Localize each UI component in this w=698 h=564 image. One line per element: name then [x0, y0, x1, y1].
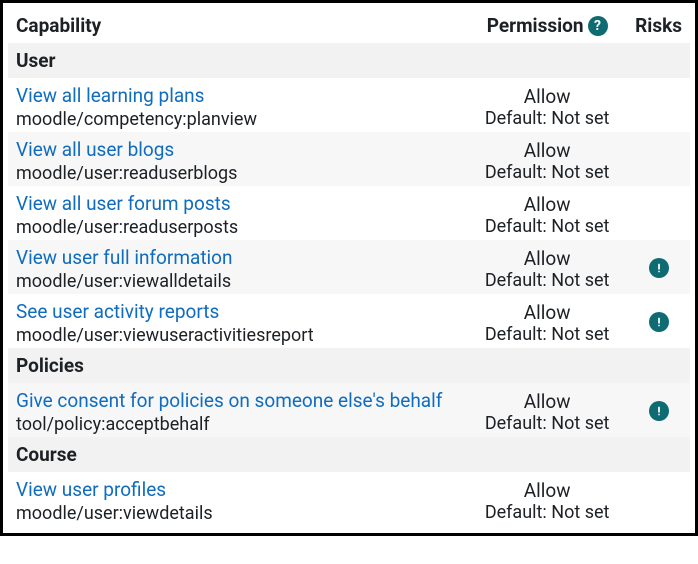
permission-cell: AllowDefault: Not set — [467, 383, 627, 437]
table-header-row: Capability Permission ? Risks — [8, 8, 690, 43]
capability-id: moodle/user:viewdetails — [16, 503, 459, 524]
risks-cell — [627, 383, 690, 437]
permission-default: Default: Not set — [475, 270, 619, 291]
capability-link[interactable]: View user profiles — [16, 478, 166, 501]
capability-id: moodle/user:viewuseractivitiesreport — [16, 325, 459, 346]
risk-privacy-icon[interactable] — [649, 312, 669, 332]
capability-id: moodle/competency:planview — [16, 109, 459, 130]
section-row: Policies — [8, 348, 690, 383]
permission-value: Allow — [475, 85, 619, 108]
permission-value: Allow — [475, 301, 619, 324]
capability-link[interactable]: See user activity reports — [16, 300, 219, 323]
permission-default: Default: Not set — [475, 502, 619, 523]
capability-cell: Give consent for policies on someone els… — [8, 383, 467, 437]
capability-link[interactable]: View all user blogs — [16, 138, 174, 161]
risks-cell — [627, 240, 690, 294]
risks-cell — [627, 186, 690, 240]
table-row: View user full informationmoodle/user:vi… — [8, 240, 690, 294]
section-title: User — [8, 43, 690, 78]
permission-default: Default: Not set — [475, 324, 619, 345]
capability-cell: View user profilesmoodle/user:viewdetail… — [8, 472, 467, 526]
permission-default: Default: Not set — [475, 413, 619, 434]
help-icon[interactable]: ? — [588, 16, 608, 36]
capability-cell: View all learning plansmoodle/competency… — [8, 78, 467, 132]
table-row: View user profilesmoodle/user:viewdetail… — [8, 472, 690, 526]
capability-id: tool/policy:acceptbehalf — [16, 414, 459, 435]
capability-link[interactable]: View all learning plans — [16, 84, 204, 107]
permission-default: Default: Not set — [475, 216, 619, 237]
table-row: Give consent for policies on someone els… — [8, 383, 690, 437]
risks-cell — [627, 132, 690, 186]
capability-link[interactable]: View user full information — [16, 246, 232, 269]
risk-privacy-icon[interactable] — [649, 258, 669, 278]
header-capability: Capability — [8, 8, 467, 43]
capability-id: moodle/user:viewalldetails — [16, 271, 459, 292]
capability-id: moodle/user:readuserposts — [16, 217, 459, 238]
capability-cell: View all user blogsmoodle/user:readuserb… — [8, 132, 467, 186]
permission-value: Allow — [475, 247, 619, 270]
capability-link[interactable]: View all user forum posts — [16, 192, 231, 215]
permission-cell: AllowDefault: Not set — [467, 294, 627, 348]
permission-cell: AllowDefault: Not set — [467, 240, 627, 294]
risks-cell — [627, 294, 690, 348]
permissions-table-frame: Capability Permission ? Risks UserView a… — [0, 0, 698, 536]
permission-cell: AllowDefault: Not set — [467, 186, 627, 240]
section-title: Policies — [8, 348, 690, 383]
section-title: Course — [8, 437, 690, 472]
permissions-table: Capability Permission ? Risks UserView a… — [8, 8, 690, 526]
table-row: See user activity reportsmoodle/user:vie… — [8, 294, 690, 348]
permission-value: Allow — [475, 390, 619, 413]
permission-default: Default: Not set — [475, 162, 619, 183]
section-row: User — [8, 43, 690, 78]
table-row: View all user blogsmoodle/user:readuserb… — [8, 132, 690, 186]
capability-link[interactable]: Give consent for policies on someone els… — [16, 389, 442, 412]
permission-value: Allow — [475, 193, 619, 216]
header-permission: Permission ? — [467, 8, 627, 43]
capability-cell: See user activity reportsmoodle/user:vie… — [8, 294, 467, 348]
table-body: UserView all learning plansmoodle/compet… — [8, 43, 690, 526]
permission-value: Allow — [475, 139, 619, 162]
table-row: View all learning plansmoodle/competency… — [8, 78, 690, 132]
header-risks: Risks — [627, 8, 690, 43]
header-permission-label: Permission — [487, 14, 584, 37]
risks-cell — [627, 78, 690, 132]
permission-cell: AllowDefault: Not set — [467, 78, 627, 132]
permission-default: Default: Not set — [475, 108, 619, 129]
risk-privacy-icon[interactable] — [649, 401, 669, 421]
capability-cell: View all user forum postsmoodle/user:rea… — [8, 186, 467, 240]
permission-cell: AllowDefault: Not set — [467, 472, 627, 526]
capability-id: moodle/user:readuserblogs — [16, 163, 459, 184]
permission-cell: AllowDefault: Not set — [467, 132, 627, 186]
risks-cell — [627, 472, 690, 526]
capability-cell: View user full informationmoodle/user:vi… — [8, 240, 467, 294]
section-row: Course — [8, 437, 690, 472]
table-row: View all user forum postsmoodle/user:rea… — [8, 186, 690, 240]
permission-value: Allow — [475, 479, 619, 502]
